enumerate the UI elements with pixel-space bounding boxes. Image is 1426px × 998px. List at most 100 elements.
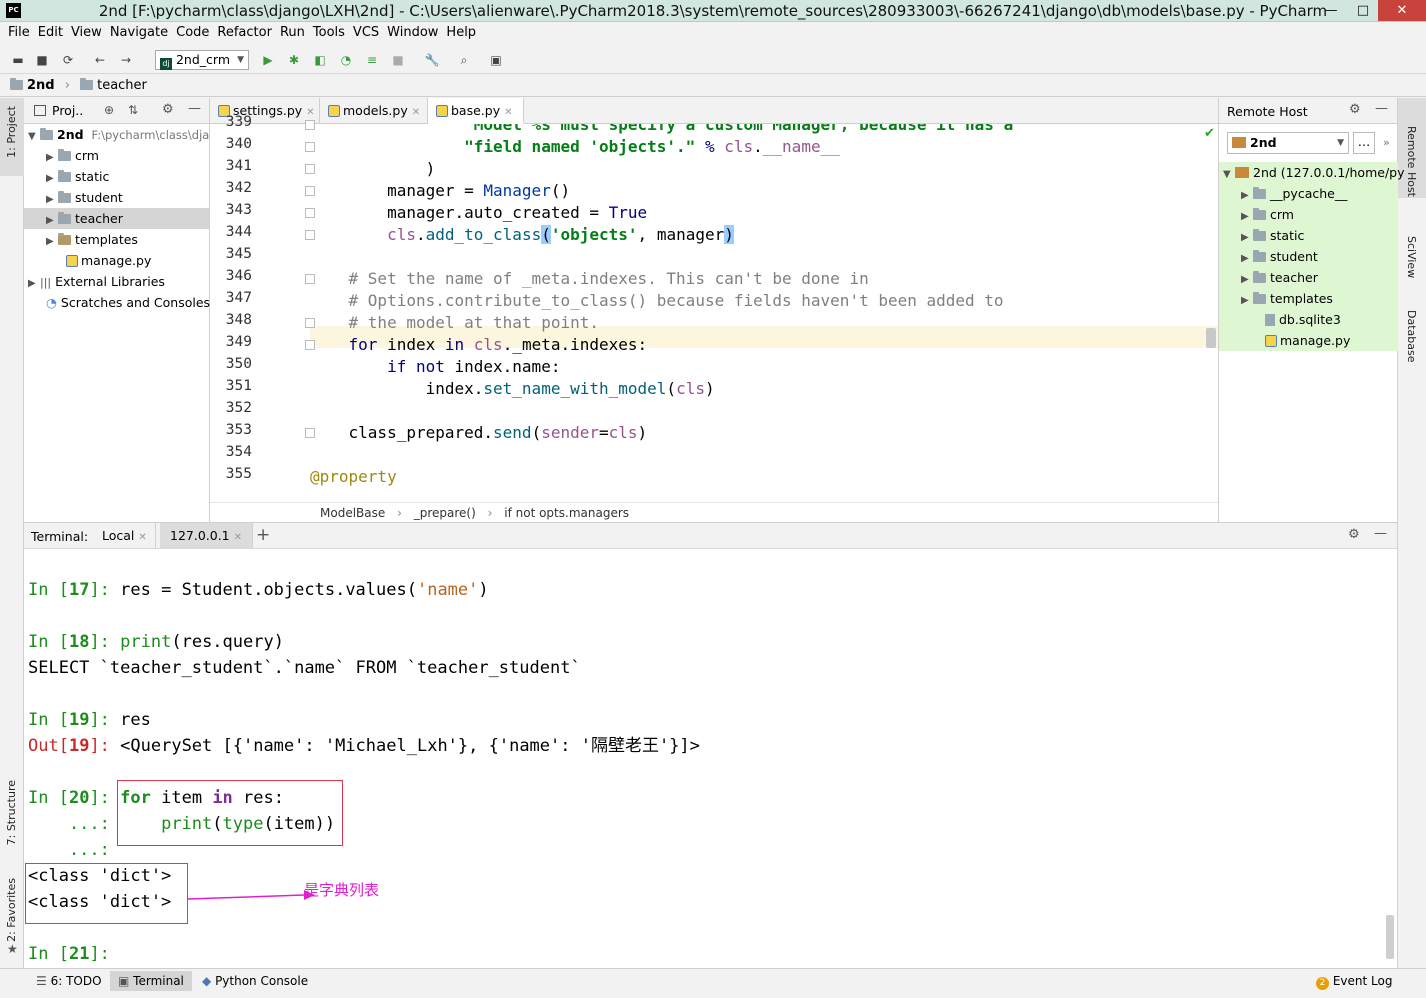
forward-arrow-icon[interactable]: → <box>118 52 134 68</box>
tree-item-teacher[interactable]: ▶ teacher <box>24 208 209 229</box>
terminal-tab-remote[interactable]: 127.0.0.1 ✕ <box>160 523 254 549</box>
sync-icon[interactable]: ⟳ <box>60 52 76 68</box>
run-icon[interactable]: ▶ <box>260 52 276 68</box>
project-root-path: F:\pycharm\class\dja <box>91 128 210 142</box>
nav-project[interactable]: 2nd <box>27 78 55 93</box>
menu-vcs[interactable]: VCS <box>349 22 383 44</box>
favorites-tool-tab[interactable]: 2: Favorites <box>5 878 18 942</box>
menu-edit[interactable]: Edit <box>34 22 67 44</box>
remote-root-item[interactable]: ▼ 2nd (127.0.0.1/home/py <box>1219 162 1405 183</box>
minimize-button[interactable]: — <box>1316 0 1346 21</box>
tree-item-manage-py[interactable]: manage.py <box>66 250 151 271</box>
project-view-select[interactable]: Proj.. <box>52 103 83 118</box>
remote-item-static[interactable]: ▶ static <box>1219 225 1398 246</box>
search-icon[interactable]: ⌕ <box>456 52 472 68</box>
add-terminal-button[interactable]: + <box>256 525 270 545</box>
tree-item-templates[interactable]: ▶ templates <box>46 229 138 250</box>
back-arrow-icon[interactable]: ← <box>92 52 108 68</box>
scratches-item[interactable]: ◔ Scratches and Consoles <box>46 292 210 313</box>
coverage-icon[interactable]: ◧ <box>312 52 328 68</box>
menu-refactor[interactable]: Refactor <box>213 22 276 44</box>
remote-item-templates[interactable]: ▶ templates <box>1219 288 1398 309</box>
breadcrumb-method[interactable]: _prepare() <box>414 506 476 520</box>
menu-file[interactable]: File <box>4 22 34 44</box>
chevron-right-icon[interactable]: » <box>1383 136 1390 149</box>
run-config-select[interactable]: dj 2nd_crm ▼ <box>155 50 249 70</box>
breadcrumb-class[interactable]: ModelBase <box>320 506 385 520</box>
main-toolbar: ▬ ■ ⟳ ← → dj 2nd_crm ▼ ▶ ✱ ◧ ◔ ≡ ■ 🔧 ⌕ ▣ <box>0 46 1426 74</box>
open-folder-icon[interactable]: ▬ <box>10 52 26 68</box>
file-icon <box>1265 314 1275 326</box>
hide-panel-icon[interactable]: — <box>188 101 201 116</box>
remote-browse-button[interactable]: … <box>1353 132 1375 154</box>
database-tool-tab[interactable]: Database <box>1405 310 1418 363</box>
todo-label: 6: TODO <box>50 974 102 988</box>
remote-server-select[interactable]: 2nd ▼ <box>1227 132 1349 154</box>
close-icon[interactable]: ✕ <box>138 532 146 543</box>
gear-icon[interactable]: ⚙ <box>1349 102 1361 117</box>
close-icon[interactable]: ✕ <box>504 107 512 118</box>
concurrency-icon[interactable]: ≡ <box>364 52 380 68</box>
tree-item-crm[interactable]: ▶ crm <box>46 145 99 166</box>
structure-tool-tab[interactable]: 7: Structure <box>5 780 18 845</box>
terminal-scrollbar-thumb[interactable] <box>1386 915 1394 959</box>
tree-item-static[interactable]: ▶ static <box>46 166 109 187</box>
nav-folder[interactable]: teacher <box>97 78 147 93</box>
remote-item-student[interactable]: ▶ student <box>1219 246 1398 267</box>
remote-item-manage-py[interactable]: manage.py <box>1219 330 1398 351</box>
collapse-all-icon[interactable]: ⇅ <box>128 103 138 117</box>
remote-host-header: Remote Host ⚙ — <box>1219 98 1397 124</box>
sciview-tool-tab[interactable]: SciView <box>1405 236 1418 278</box>
hide-panel-icon[interactable]: — <box>1375 101 1388 116</box>
wrench-icon[interactable]: 🔧 <box>424 52 440 68</box>
tab-models-py[interactable]: models.py ✕ <box>320 98 428 124</box>
remote-item-pycache[interactable]: ▶ __pycache__ <box>1219 183 1398 204</box>
maximize-button[interactable]: □ <box>1348 0 1378 21</box>
stop-icon[interactable]: ■ <box>390 52 406 68</box>
python-console-tool-tab[interactable]: ◆ Python Console <box>202 973 308 989</box>
annotation-arrow <box>188 890 315 900</box>
hide-panel-icon[interactable]: — <box>1374 526 1387 541</box>
menu-navigate[interactable]: Navigate <box>106 22 172 44</box>
close-icon[interactable]: ✕ <box>234 532 242 543</box>
gear-icon[interactable]: ⚙ <box>1348 527 1360 542</box>
project-tool-tab[interactable]: 1: Project <box>5 106 18 158</box>
remote-item-db-sqlite3[interactable]: db.sqlite3 <box>1219 309 1398 330</box>
close-icon[interactable]: ✕ <box>306 107 314 118</box>
remote-item-teacher[interactable]: ▶ teacher <box>1219 267 1398 288</box>
terminal-tab-local[interactable]: Local ✕ <box>94 523 156 549</box>
menu-tools[interactable]: Tools <box>309 22 349 44</box>
remote-item-crm[interactable]: ▶ crm <box>1219 204 1398 225</box>
terminal-line: ...: <box>28 840 110 860</box>
menu-code[interactable]: Code <box>172 22 213 44</box>
chevron-down-icon: ▼ <box>237 55 244 65</box>
breadcrumb-statement[interactable]: if not opts.managers <box>504 506 629 520</box>
folder-icon <box>58 212 71 224</box>
event-log-tool-tab[interactable]: 2 Event Log <box>1316 973 1392 990</box>
remote-host-tool-tab[interactable]: Remote Host <box>1405 126 1418 197</box>
todo-tool-tab[interactable]: ☰ 6: TODO <box>36 973 102 989</box>
project-root-item[interactable]: ▼ 2nd F:\pycharm\class\dja <box>28 124 209 145</box>
terminal-icon[interactable]: ▣ <box>488 52 504 68</box>
code-area[interactable]: "Model %s must specify a custom Manager,… <box>310 124 1210 502</box>
chevron-down-icon: ▼ <box>1337 138 1344 148</box>
save-icon[interactable]: ■ <box>34 52 50 68</box>
external-libraries-item[interactable]: ▶ ||| External Libraries <box>28 271 165 292</box>
menu-view[interactable]: View <box>67 22 106 44</box>
gear-icon[interactable]: ⚙ <box>162 102 174 117</box>
tree-item-student[interactable]: ▶ student <box>46 187 123 208</box>
profile-icon[interactable]: ◔ <box>338 52 354 68</box>
terminal-tool-tab[interactable]: ▣ Terminal <box>110 971 192 991</box>
debug-icon[interactable]: ✱ <box>286 52 302 68</box>
python-file-icon <box>436 105 448 117</box>
menu-help[interactable]: Help <box>442 22 480 44</box>
python-file-icon <box>328 105 340 117</box>
menu-window[interactable]: Window <box>383 22 442 44</box>
close-icon[interactable]: ✕ <box>412 107 420 118</box>
menu-run[interactable]: Run <box>276 22 309 44</box>
target-icon[interactable]: ⊕ <box>104 103 114 117</box>
editor-scrollbar-thumb[interactable] <box>1206 328 1216 348</box>
tab-base-py[interactable]: base.py ✕ <box>428 98 524 124</box>
tab-label: models.py <box>343 103 408 118</box>
close-button[interactable]: ✕ <box>1378 0 1426 21</box>
